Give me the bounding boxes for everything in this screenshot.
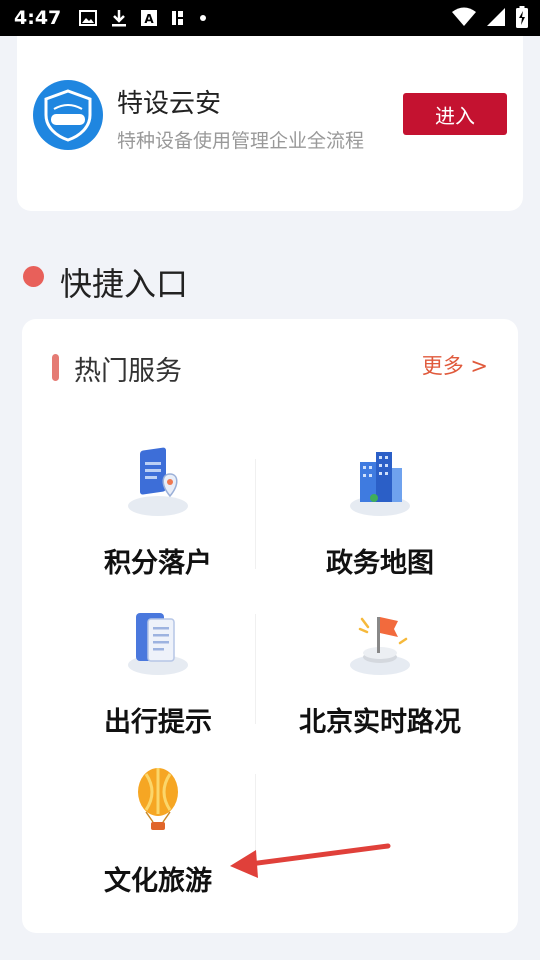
enter-button[interactable]: 进入 <box>403 93 507 135</box>
dot-icon <box>200 15 207 21</box>
app-logo <box>33 80 103 150</box>
service-tile-gov-map[interactable]: 政务地图 <box>270 444 490 586</box>
service-tile-beijing-traffic[interactable]: 北京实时路况 <box>270 603 490 745</box>
service-tile-points-settlement[interactable]: 积分落户 <box>48 444 268 586</box>
hot-services-card: 热门服务 更多 > 积分落户 政务地图 出行提示 北京实时路况 文化旅游 <box>22 319 518 933</box>
app-subtitle: 特种设备使用管理企业全流程 <box>117 130 365 152</box>
status-bar: 4:47 A <box>0 0 540 36</box>
buildings-icon <box>350 452 410 516</box>
signal-icon <box>487 8 505 26</box>
section-dot <box>23 266 44 287</box>
service-tile-culture-tourism[interactable]: 文化旅游 <box>48 762 268 904</box>
notebook-icon <box>128 613 188 675</box>
app-title: 特设云安 <box>117 89 222 119</box>
service-label: 出行提示 <box>104 707 212 738</box>
image-icon <box>79 10 98 26</box>
svg-text:A: A <box>145 12 155 26</box>
flag-icon <box>350 617 410 675</box>
service-tile-travel-tips[interactable]: 出行提示 <box>48 603 268 745</box>
document-pin-icon <box>128 447 188 516</box>
status-time: 4:47 <box>14 7 62 29</box>
section-title: 快捷入口 <box>60 265 189 303</box>
a-icon: A <box>141 10 158 26</box>
k-icon <box>172 11 184 25</box>
service-label: 北京实时路况 <box>299 707 461 738</box>
battery-icon <box>516 6 528 28</box>
download-icon <box>112 10 127 27</box>
service-label: 积分落户 <box>104 548 212 579</box>
service-label: 政务地图 <box>326 548 434 579</box>
more-link[interactable]: 更多 > <box>422 350 488 380</box>
app-card: 特设云安 特种设备使用管理企业全流程 进入 <box>17 36 523 211</box>
hot-services-title: 热门服务 <box>74 356 182 387</box>
wifi-icon <box>452 7 476 26</box>
shield-logo-icon <box>44 89 92 142</box>
service-label: 文化旅游 <box>104 866 212 897</box>
balloon-icon <box>138 768 178 830</box>
title-accent-bar <box>52 354 59 381</box>
